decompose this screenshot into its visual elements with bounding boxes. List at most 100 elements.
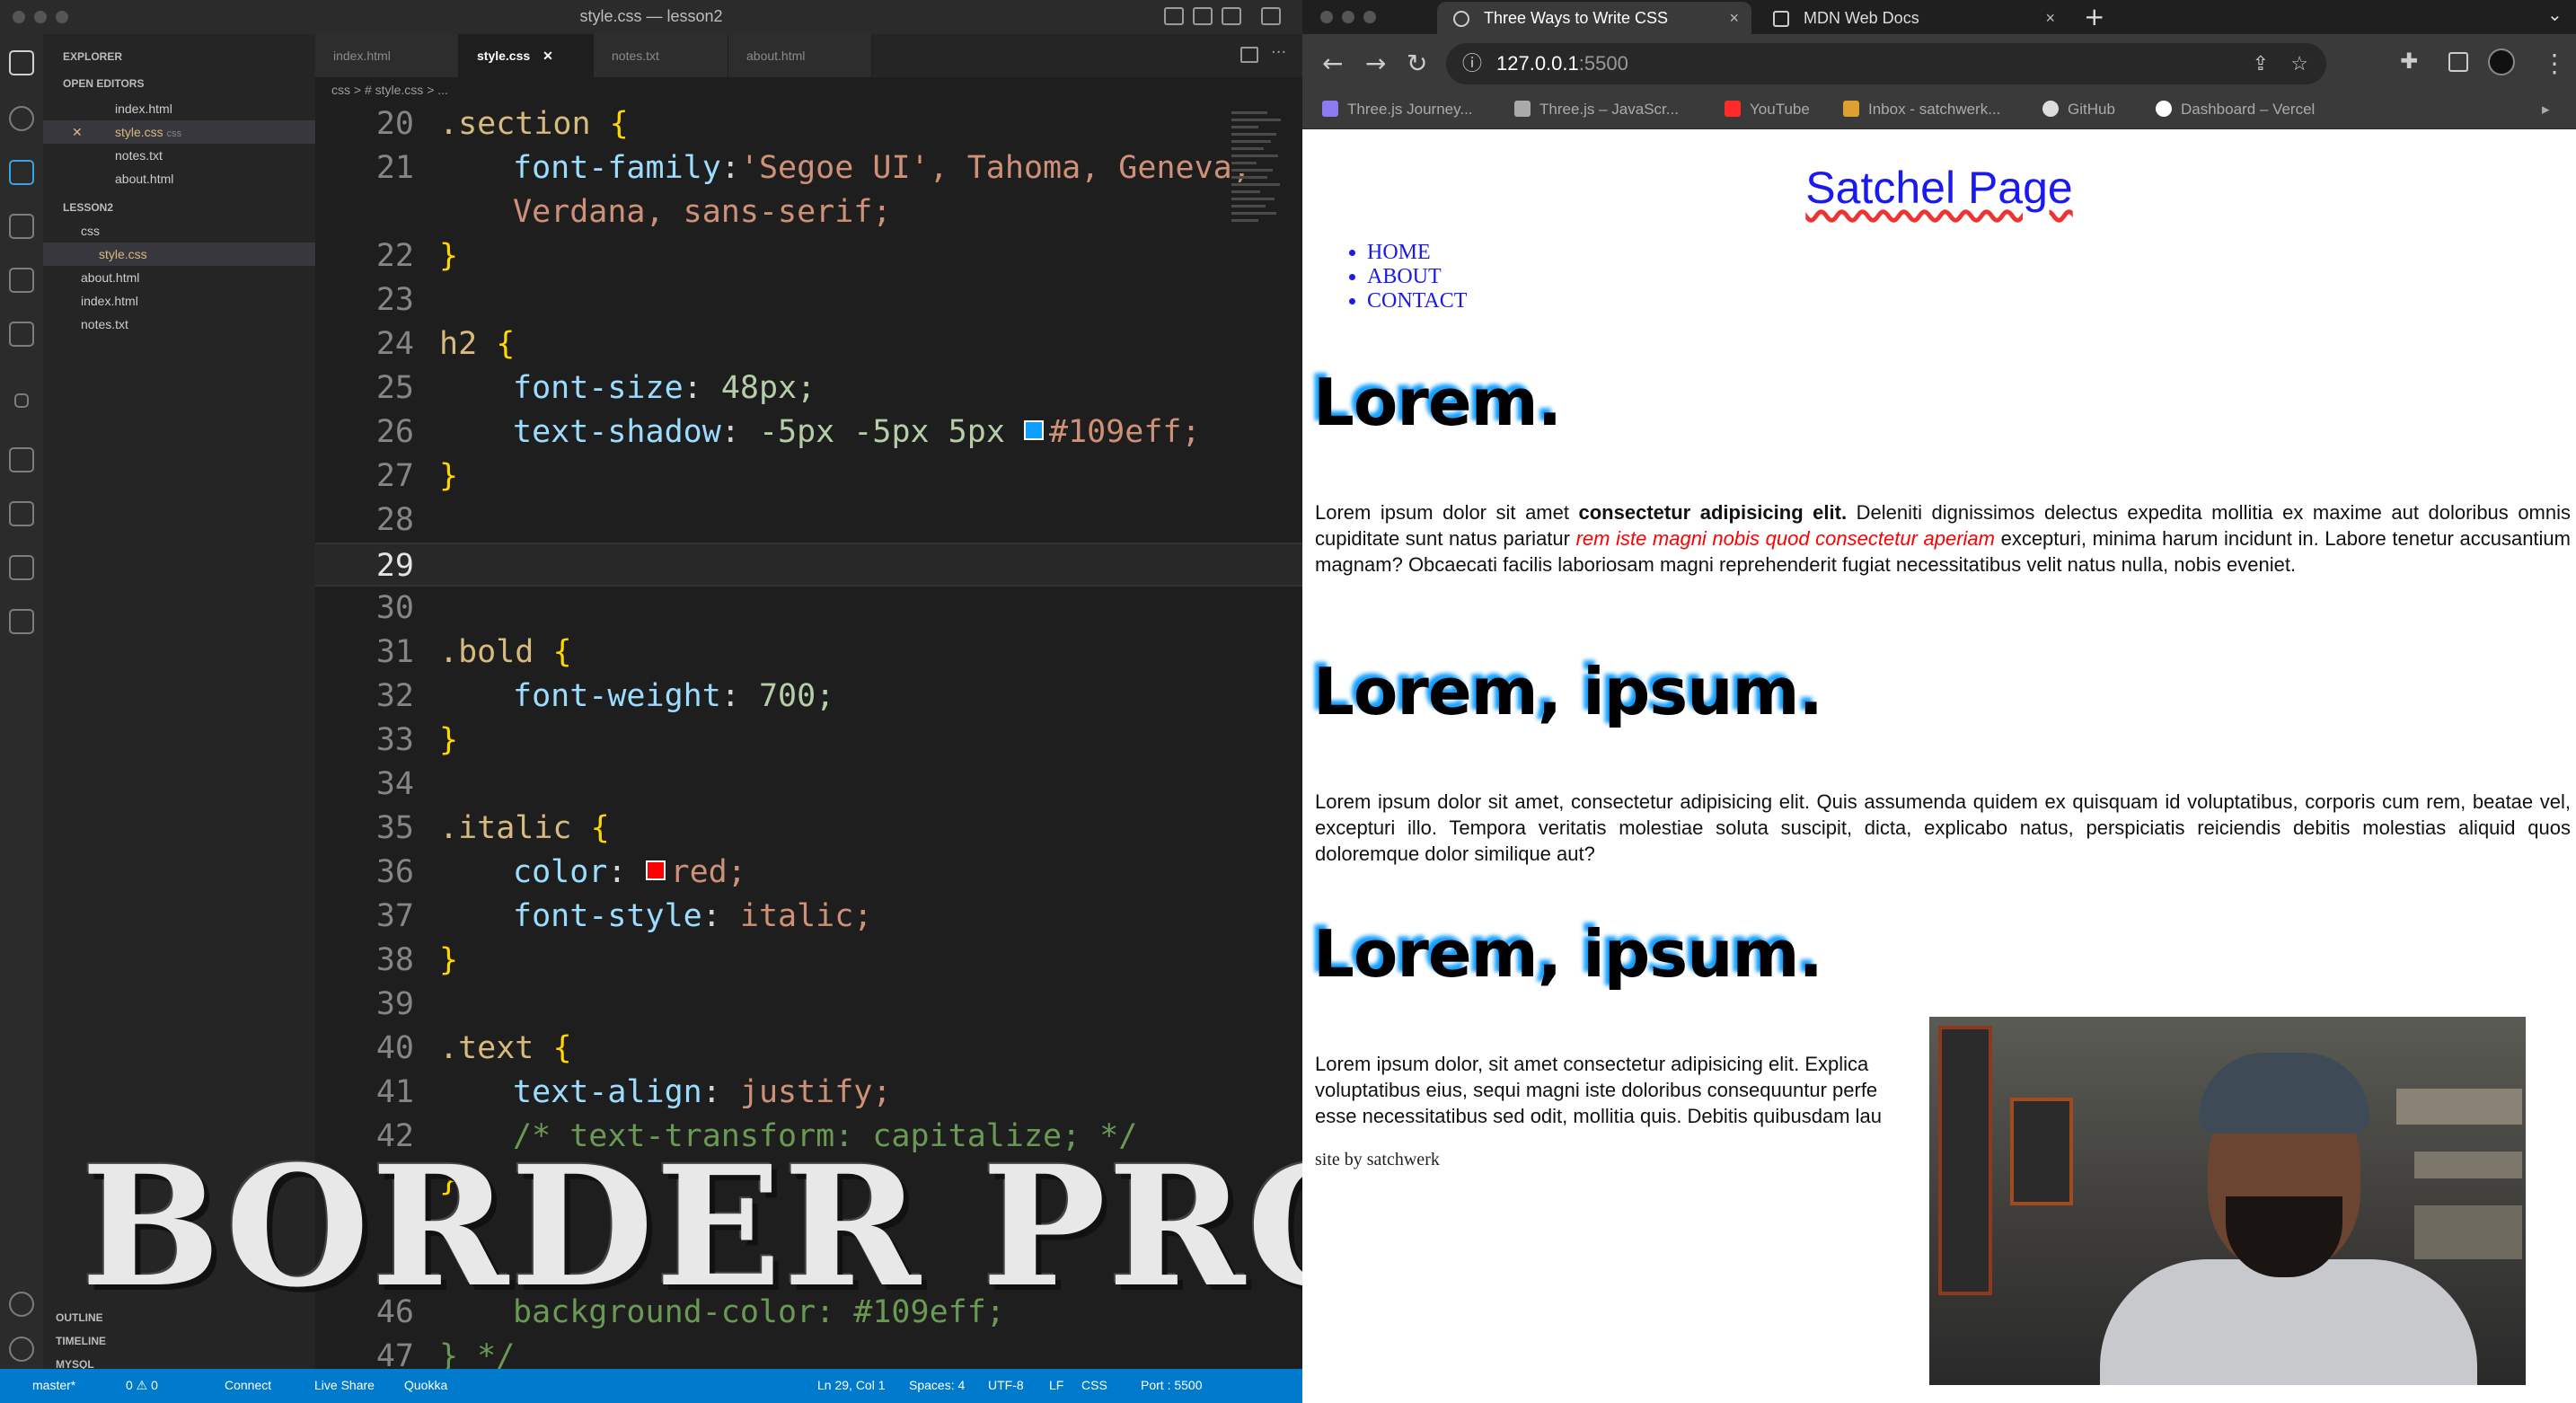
browser-tabstrip: Three Ways to Write CSS × MDN Web Docs ×… <box>1302 0 2576 34</box>
value: red; <box>670 854 746 890</box>
reload-icon[interactable]: ↻ <box>1407 49 1427 78</box>
explorer-icon[interactable] <box>9 50 34 75</box>
bookmark-item[interactable]: Three.js Journey... <box>1322 101 1473 119</box>
color-swatch[interactable] <box>645 860 666 880</box>
property: color <box>513 854 608 890</box>
color-swatch[interactable] <box>1023 420 1044 440</box>
line-number: 32 <box>375 678 414 714</box>
split-editor-icon[interactable] <box>1240 47 1258 63</box>
customize-layout-icon[interactable] <box>1261 7 1281 25</box>
close-icon[interactable]: ✕ <box>72 120 83 144</box>
database-icon[interactable] <box>9 501 34 526</box>
settings-gear-icon[interactable] <box>9 1337 34 1362</box>
tree-file[interactable]: style.css <box>43 243 315 266</box>
open-editors-header[interactable]: OPEN EDITORS <box>63 72 335 95</box>
close-tab-icon[interactable]: × <box>1729 2 1739 34</box>
connect-status[interactable]: Connect <box>225 1378 271 1392</box>
open-editor-item[interactable]: notes.txt <box>43 144 315 167</box>
address-bar[interactable]: ⓘ 127.0.0.1:5500 ⇪ ☆ <box>1446 43 2326 84</box>
tab-search-icon[interactable]: ⌄ <box>2547 4 2563 25</box>
value: -5px -5px 5px <box>758 414 1005 450</box>
more-actions-icon[interactable]: ··· <box>1271 43 1286 62</box>
quokka-status[interactable]: Quokka <box>404 1378 447 1392</box>
code-line: 23 <box>315 278 1302 322</box>
tab-index-html[interactable]: index.html <box>315 34 459 77</box>
breadcrumb[interactable]: css > # style.css > ... <box>331 77 448 102</box>
search-icon[interactable] <box>9 106 34 131</box>
toggle-panel-icon[interactable] <box>1193 7 1213 25</box>
tree-file[interactable]: index.html <box>43 289 315 313</box>
chrome-menu-icon[interactable]: ⋮ <box>2542 49 2567 78</box>
source-control-icon[interactable] <box>9 160 34 185</box>
browser-tab-active[interactable]: Three Ways to Write CSS × <box>1437 2 1751 34</box>
tab-about-html[interactable]: about.html <box>728 34 872 77</box>
brace: } <box>439 238 459 274</box>
language-mode[interactable]: CSS <box>1081 1378 1107 1392</box>
bookmark-item[interactable]: Three.js – JavaScr... <box>1514 101 1679 119</box>
open-editor-item[interactable]: index.html <box>43 97 315 120</box>
cursor-position[interactable]: Ln 29, Col 1 <box>817 1378 886 1392</box>
property: font-family <box>513 150 721 186</box>
side-panel-icon[interactable] <box>2448 52 2468 72</box>
back-icon[interactable]: ← <box>1322 49 1343 78</box>
nav-link-contact[interactable]: CONTACT <box>1367 289 1467 313</box>
minimap[interactable] <box>1231 102 1285 336</box>
new-tab-button[interactable]: + <box>2084 2 2104 31</box>
live-share-icon[interactable] <box>14 393 29 408</box>
maximize-window-icon[interactable] <box>1363 11 1376 23</box>
problems-count[interactable]: 0 ⚠ 0 <box>126 1378 158 1393</box>
toggle-sidebar-icon[interactable] <box>1164 7 1184 25</box>
extensions-icon[interactable] <box>9 214 34 239</box>
indentation[interactable]: Spaces: 4 <box>909 1378 965 1392</box>
line-number: 29 <box>375 548 414 584</box>
nav-link-about[interactable]: ABOUT <box>1367 265 1467 289</box>
account-icon[interactable] <box>9 1292 34 1317</box>
minimize-window-icon[interactable] <box>1342 11 1354 23</box>
bookmark-item[interactable]: GitHub <box>2042 101 2115 119</box>
code-line: 25 font-size: 48px; <box>315 366 1302 410</box>
git-branch[interactable]: master* <box>32 1378 75 1392</box>
profile-avatar[interactable] <box>2488 49 2515 75</box>
tab-notes-txt[interactable]: notes.txt <box>594 34 728 77</box>
close-window-icon[interactable] <box>1320 11 1333 23</box>
bold-text: consectetur adipisicing elit. <box>1578 501 1848 524</box>
close-tab-icon[interactable]: × <box>2045 2 2055 34</box>
workspace-header[interactable]: LESSON2 <box>63 196 335 219</box>
end-of-line[interactable]: LF <box>1049 1378 1063 1392</box>
bookmark-item[interactable]: Inbox - satchwerk... <box>1843 101 2000 119</box>
section-heading: Lorem. <box>1313 365 1562 440</box>
selector: h2 <box>439 326 478 362</box>
tab-style-css[interactable]: style.css ✕ <box>459 34 594 77</box>
tree-file[interactable]: notes.txt <box>43 313 315 336</box>
live-server-port[interactable]: Port : 5500 <box>1141 1378 1203 1392</box>
open-editor-item[interactable]: about.html <box>43 167 315 190</box>
timeline-panel[interactable]: TIMELINE <box>56 1329 328 1353</box>
remote-explorer-icon[interactable] <box>9 322 34 347</box>
extensions-puzzle-icon[interactable]: ✚ <box>2400 49 2418 74</box>
toggle-secondary-sidebar-icon[interactable] <box>1222 7 1241 25</box>
nav-link-home[interactable]: HOME <box>1367 241 1467 265</box>
docker-icon[interactable] <box>9 609 34 634</box>
run-debug-icon[interactable] <box>9 268 34 293</box>
line-number: 36 <box>375 854 414 890</box>
bookmark-item[interactable]: Dashboard – Vercel <box>2156 101 2315 119</box>
tree-folder[interactable]: css <box>43 219 315 243</box>
all-bookmarks-icon[interactable]: ▸ <box>2542 101 2550 119</box>
forward-icon[interactable]: → <box>1365 49 1386 78</box>
tree-file[interactable]: about.html <box>43 266 315 289</box>
section-paragraph: Lorem ipsum dolor sit amet consectetur a… <box>1315 499 2571 578</box>
live-share-status[interactable]: Live Share <box>314 1378 375 1392</box>
close-icon[interactable]: ✕ <box>543 49 553 63</box>
open-editor-item[interactable]: ✕ style.css css <box>43 120 315 144</box>
testing-icon[interactable] <box>9 447 34 472</box>
site-info-icon[interactable]: ⓘ <box>1462 43 1482 84</box>
line-number: 24 <box>375 326 414 362</box>
bookmark-label: Three.js Journey... <box>1347 101 1473 118</box>
share-icon[interactable]: ⇪ <box>2253 43 2269 84</box>
browser-tab[interactable]: MDN Web Docs × <box>1757 2 2068 34</box>
line-number: 37 <box>375 898 414 934</box>
encoding[interactable]: UTF-8 <box>988 1378 1024 1392</box>
warning-icon[interactable] <box>9 555 34 580</box>
bookmark-item[interactable]: YouTube <box>1725 101 1810 119</box>
bookmark-star-icon[interactable]: ☆ <box>2290 43 2308 84</box>
